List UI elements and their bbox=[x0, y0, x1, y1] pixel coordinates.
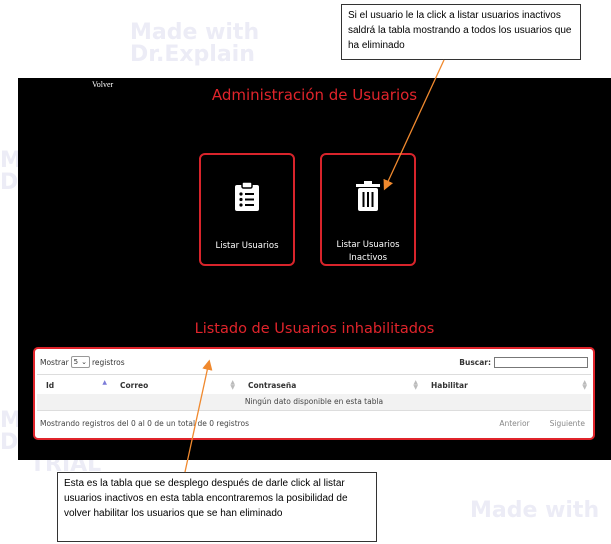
empty-table-row: Ningún dato disponible en esta tabla bbox=[37, 394, 591, 411]
search-input[interactable] bbox=[494, 357, 588, 368]
watermark-line: Dr.Explain bbox=[130, 42, 255, 67]
pagination: Anterior Siguiente bbox=[499, 419, 585, 428]
users-table-panel: Mostrar 5 ⌄ registros Buscar: Id ▲ Corre… bbox=[33, 347, 595, 440]
records-label: registros bbox=[92, 357, 125, 367]
clipboard-list-icon bbox=[201, 181, 293, 211]
trash-icon bbox=[322, 181, 414, 211]
list-users-card[interactable]: Listar Usuarios bbox=[199, 153, 295, 266]
watermark: Made with Dr.Explain bbox=[130, 22, 259, 66]
column-header-label: Habilitar bbox=[431, 380, 468, 390]
sort-icon: ▲ ▼ bbox=[582, 379, 587, 391]
section-title: Listado de Usuarios inhabilitados bbox=[194, 321, 435, 337]
column-header-habilitar[interactable]: Habilitar ▲ ▼ bbox=[422, 375, 591, 395]
column-header-label: Id bbox=[46, 380, 55, 390]
card-label-line: Listar Usuarios bbox=[336, 240, 400, 250]
card-label-line: Inactivos bbox=[348, 253, 388, 263]
list-inactive-users-card[interactable]: Listar Usuarios Inactivos bbox=[320, 153, 416, 266]
table-info: Mostrando registros del 0 al 0 de un tot… bbox=[40, 419, 250, 428]
column-header-label: Contraseña bbox=[248, 380, 297, 390]
page-size-select[interactable]: 5 ⌄ bbox=[70, 356, 91, 368]
sort-icon: ▲ ▼ bbox=[413, 379, 418, 391]
next-page-button[interactable]: Siguiente bbox=[550, 419, 585, 428]
page-size-control: Mostrar 5 ⌄ registros bbox=[40, 356, 125, 368]
sort-asc-icon: ▲ bbox=[102, 379, 107, 386]
column-header-id[interactable]: Id ▲ bbox=[37, 375, 111, 395]
prev-page-button[interactable]: Anterior bbox=[499, 419, 529, 428]
search-control: Buscar: bbox=[459, 357, 588, 368]
annotation-callout-bottom: Esta es la tabla que se desplego después… bbox=[57, 472, 377, 542]
watermark-line: Made with bbox=[470, 498, 600, 523]
watermark: Made with bbox=[470, 500, 599, 522]
watermark-line: Made with bbox=[130, 20, 260, 45]
annotation-callout-top: Si el usuario le la click a listar usuar… bbox=[341, 4, 581, 60]
show-label: Mostrar bbox=[40, 357, 69, 367]
card-label: Listar Usuarios bbox=[215, 241, 279, 251]
sort-icon: ▲ ▼ bbox=[230, 379, 235, 391]
column-header-label: Correo bbox=[120, 380, 149, 390]
column-header-correo[interactable]: Correo ▲ ▼ bbox=[111, 375, 239, 395]
page-size-value: 5 bbox=[73, 358, 79, 366]
chevron-down-icon: ⌄ bbox=[81, 358, 88, 366]
search-label: Buscar: bbox=[459, 358, 491, 367]
column-header-contrasena[interactable]: Contraseña ▲ ▼ bbox=[239, 375, 422, 395]
card-label: Listar Usuarios Inactivos bbox=[322, 239, 414, 265]
page-title: Administración de Usuarios bbox=[211, 86, 418, 104]
app-screen: Volver Administración de Usuarios Listar… bbox=[18, 78, 611, 460]
table-header: Id ▲ Correo ▲ ▼ Contraseña ▲ ▼ Habilitar ▲… bbox=[37, 374, 591, 396]
